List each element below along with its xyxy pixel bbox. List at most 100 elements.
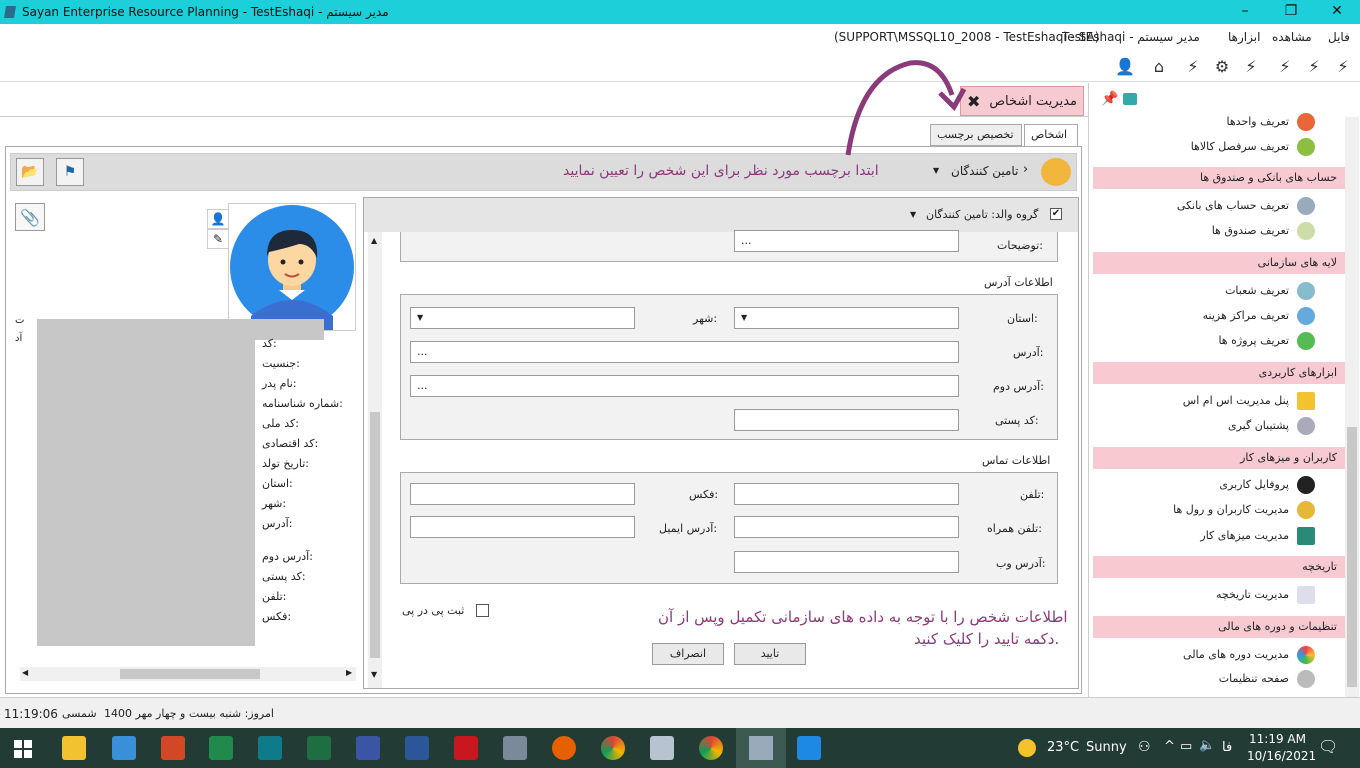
plug-add-icon[interactable]: ⚡ [1332,55,1354,77]
paperclip-icon[interactable]: 📎 [15,203,45,231]
nav-item-settings-page[interactable]: صفحه تنظیمات [1093,667,1325,691]
excel-icon[interactable] [307,736,331,760]
address-field[interactable]: ... [410,341,959,363]
menu-view[interactable]: مشاهده [1272,30,1312,44]
publisher-icon[interactable] [258,736,282,760]
nav-item-branches[interactable]: تعریف شعبات [1093,279,1325,303]
nav-item-projects[interactable]: تعریف پروژه ها [1093,329,1325,353]
nav-item-goods-headings[interactable]: تعریف سرفصل کالاها [1093,135,1325,159]
chevron-right-icon[interactable]: › [1023,162,1028,177]
color-wheel-icon [1297,646,1315,664]
weather-text[interactable]: Sunny [1086,740,1127,755]
tab-persons[interactable]: اشخاص [1024,124,1078,146]
sayan-erp-taskbar-button[interactable] [736,728,786,768]
plug-remove-icon[interactable]: ⚡ [1303,55,1325,77]
menu-file[interactable]: فایل [1328,30,1350,44]
repeat-entry-checkbox[interactable] [476,604,489,617]
persons-group-icon [1041,158,1071,186]
nav-section-users[interactable]: کاربران و میزهای کار [1093,447,1345,469]
postal-code-field[interactable] [734,409,959,431]
cancel-button[interactable]: انصراف [652,643,724,665]
pdf-reader-icon[interactable] [454,736,478,760]
address2-field[interactable]: ... [410,375,959,397]
city-dropdown[interactable] [410,307,635,329]
nav-item-user-profile[interactable]: پروفایل کاربری [1093,473,1325,497]
fax-field[interactable] [410,483,635,505]
language-indicator[interactable]: فا [1222,740,1232,755]
user-icon[interactable]: 👤 [1114,55,1136,77]
nav-item-desktops[interactable]: مدیریت میزهای کار [1093,524,1325,548]
project-app-icon[interactable] [209,736,233,760]
parent-group-dropdown-icon[interactable]: ▼ [910,210,916,219]
confirm-button[interactable]: تایید [734,643,806,665]
notifications-icon[interactable]: 🗨 [1318,737,1338,756]
nav-item-cash-boxes[interactable]: تعریف صندوق ها [1093,219,1325,243]
clock-time[interactable]: 11:19 AM [1249,732,1306,746]
panel-scroll-thumb[interactable] [1347,427,1357,687]
nav-item-bank-accounts[interactable]: تعریف حساب های بانکی [1093,194,1325,218]
nav-item-history[interactable]: مدیریت تاریخچه [1093,583,1325,607]
gear-icon[interactable]: ⚙ [1211,55,1233,77]
chrome-icon[interactable] [601,736,625,760]
word-icon[interactable] [405,736,429,760]
province-dropdown[interactable] [734,307,959,329]
person-photo-icon[interactable]: 👤 [207,209,229,229]
mail-icon[interactable] [112,736,136,760]
windows-start-icon[interactable] [14,740,32,758]
nav-section-banks[interactable]: حساب های بانکی و صندوق ها [1093,167,1345,189]
home-icon[interactable]: ⌂ [1148,55,1170,77]
mobile-field[interactable] [734,516,959,538]
nav-section-org-layers[interactable]: لایه های سازمانی [1093,252,1345,274]
wrench-icon [1297,670,1315,688]
nav-section-history[interactable]: تاریخچه [1093,556,1345,578]
panel-scrollbar[interactable] [1345,117,1359,697]
nav-section-settings[interactable]: تنظیمات و دوره های مالی [1093,616,1345,638]
summary-address-label: آدرس: [262,517,293,530]
photo-folder-button[interactable]: 📂 [16,158,44,186]
form-vscrollbar[interactable]: ▲ ▼ [368,232,382,688]
summary-hscrollbar[interactable]: ◀ ▶ [20,667,356,681]
network-icon[interactable]: ▭ [1180,739,1192,754]
summary-hscroll-thumb[interactable] [120,669,260,679]
app-logo-icon [3,6,17,18]
description-field[interactable]: ... [734,230,959,252]
clock-date[interactable]: 10/16/2021 [1247,749,1316,763]
visio-icon[interactable] [356,736,380,760]
doc-app-icon[interactable] [503,736,527,760]
nav-item-cost-centers[interactable]: تعریف مراکز هزینه [1093,304,1325,328]
plug-info-icon[interactable]: ⚡ [1240,55,1262,77]
nav-item-users-roles[interactable]: مدیریت کاربران و رول ها [1093,498,1325,522]
nav-item-sms-panel[interactable]: پنل مدیریت اس ام اس [1093,389,1325,413]
email-field[interactable] [410,516,635,538]
nav-item-fiscal-periods[interactable]: مدیریت دوره های مالی [1093,643,1325,667]
file-explorer-icon[interactable] [62,736,86,760]
vscode-icon[interactable] [797,736,821,760]
edit-photo-icon[interactable]: ✎ [207,229,229,249]
powerpoint-icon[interactable] [161,736,185,760]
pin-icon[interactable]: 📌 [1101,91,1118,107]
category-dropdown-arrow-icon[interactable]: ▼ [933,166,939,175]
menu-tools[interactable]: ابزارها [1228,30,1260,44]
form-vscroll-thumb[interactable] [370,412,380,658]
website-field[interactable] [734,551,959,573]
category-selector[interactable]: تامین کنندگان [951,164,1018,178]
chrome-2-icon[interactable] [699,736,723,760]
maximize-button[interactable]: ❐ [1268,0,1314,24]
nav-section-tools[interactable]: ابزارهای کاربردی [1093,362,1345,384]
people-icon[interactable]: ⚇ [1138,739,1151,755]
chevron-up-icon[interactable]: ^ [1164,739,1175,754]
parent-group-checkbox[interactable]: ✔ [1050,208,1062,220]
nav-item-units[interactable]: تعریف واحدها [1093,110,1325,134]
volume-icon[interactable]: 🔈 [1199,738,1215,753]
weather-temperature[interactable]: 23°C [1047,740,1079,755]
summary-fax-label: فکس: [262,610,292,623]
firefox-icon[interactable] [552,736,576,760]
nav-item-backup[interactable]: پشتیبان گیری [1093,414,1325,438]
minimize-button[interactable]: – [1222,0,1268,24]
snipping-tool-icon[interactable] [650,736,674,760]
plug-download-icon[interactable]: ⚡ [1182,55,1204,77]
plug-check-icon[interactable]: ⚡ [1274,55,1296,77]
label-tag-button[interactable]: ⚑ [56,158,84,186]
phone-field[interactable] [734,483,959,505]
close-window-button[interactable]: ✕ [1314,0,1360,24]
